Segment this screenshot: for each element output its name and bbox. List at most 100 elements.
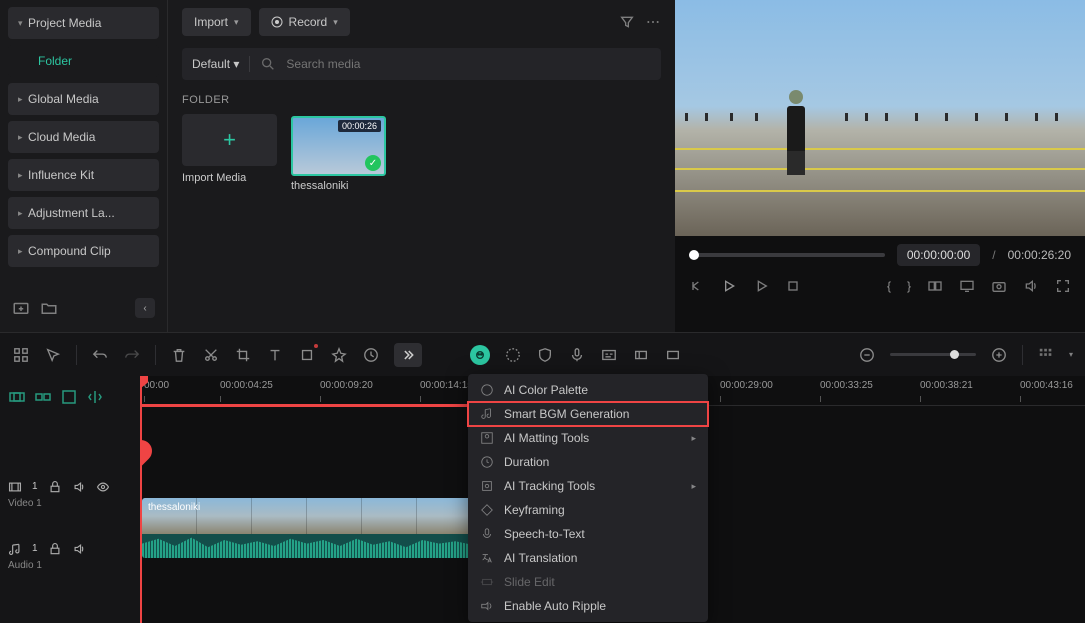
menu-ai-translation[interactable]: AI Translation [468, 546, 708, 570]
cut-icon[interactable] [202, 346, 220, 364]
mark-in-icon[interactable]: { [887, 279, 891, 293]
fullscreen-icon[interactable] [1055, 278, 1071, 294]
menu-speech-to-text[interactable]: Speech-to-Text [468, 522, 708, 546]
clip-duration-badge: 00:00:26 [338, 120, 381, 132]
sidebar-item-cloud-media[interactable]: ▸Cloud Media [8, 121, 159, 153]
delete-icon[interactable] [170, 346, 188, 364]
prev-frame-icon[interactable] [689, 278, 705, 294]
media-panel: Import▾ Record▾ Default ▾ FOLDER + Impor… [168, 0, 675, 332]
undo-icon[interactable] [91, 346, 109, 364]
speed-icon[interactable] [362, 346, 380, 364]
menu-ai-matting-tools[interactable]: AI Matting Tools▸ [468, 426, 708, 450]
folder-section-label: FOLDER [182, 94, 661, 106]
caret-right-icon: ▸ [18, 170, 28, 181]
more-tools-button[interactable] [394, 343, 422, 367]
mute-icon[interactable] [72, 480, 86, 494]
menu-slide-edit: Slide Edit [468, 570, 708, 594]
volume-icon[interactable] [1023, 278, 1039, 294]
video-track-header: 1 Video 1 [8, 464, 132, 524]
caret-right-icon: ▸ [18, 208, 28, 219]
timeline-clip[interactable]: thessaloniki [142, 498, 472, 558]
sidebar: ▾Project Media Folder ▸Global Media ▸Clo… [0, 0, 168, 332]
ripple-icon [480, 599, 494, 613]
track-toggle-1-icon[interactable] [8, 388, 26, 406]
display-icon[interactable] [959, 278, 975, 294]
sidebar-item-influence-kit[interactable]: ▸Influence Kit [8, 159, 159, 191]
zoom-in-icon[interactable] [990, 346, 1008, 364]
menu-ai-tracking-tools[interactable]: AI Tracking Tools▸ [468, 474, 708, 498]
menu-duration[interactable]: Duration [468, 450, 708, 474]
menu-enable-auto-ripple[interactable]: Enable Auto Ripple [468, 594, 708, 618]
sidebar-item-adjustment-layer[interactable]: ▸Adjustment La... [8, 197, 159, 229]
more-icon[interactable] [645, 14, 661, 30]
preview-viewport[interactable] [675, 0, 1085, 236]
mic-icon[interactable] [568, 346, 586, 364]
menu-ai-color-palette[interactable]: AI Color Palette [468, 378, 708, 402]
collapse-sidebar-button[interactable]: ‹ [135, 298, 155, 318]
timeline-toolbar: ▾ [0, 332, 1085, 376]
play-icon[interactable] [721, 278, 737, 294]
submenu-arrow-icon: ▸ [691, 433, 696, 444]
search-icon [260, 56, 276, 72]
media-clip-tile[interactable]: 00:00:26 ✓ thessaloniki [291, 114, 386, 192]
zoom-slider[interactable] [890, 353, 976, 356]
slide-icon [480, 575, 494, 589]
playback-seekbar[interactable] [689, 253, 885, 257]
import-button[interactable]: Import▾ [182, 8, 251, 36]
stop-icon[interactable] [785, 278, 801, 294]
shield-icon[interactable] [536, 346, 554, 364]
caret-right-icon: ▸ [18, 246, 28, 257]
search-input[interactable] [286, 57, 651, 71]
check-icon: ✓ [365, 155, 381, 171]
filter-icon[interactable] [619, 14, 635, 30]
caret-right-icon: ▸ [18, 94, 28, 105]
lock-icon[interactable] [48, 542, 62, 556]
lock-icon[interactable] [48, 480, 62, 494]
chevron-down-icon: ▾ [234, 17, 239, 28]
menu-keyframing[interactable]: Keyframing [468, 498, 708, 522]
color-icon[interactable] [504, 346, 522, 364]
mute-icon[interactable] [72, 542, 86, 556]
folder-icon[interactable] [40, 299, 58, 317]
transform-icon[interactable] [298, 346, 316, 364]
snapshot-icon[interactable] [991, 278, 1007, 294]
chevron-down-icon[interactable]: ▾ [1069, 350, 1073, 359]
track-toggle-3-icon[interactable] [60, 388, 78, 406]
mark-out-icon[interactable]: } [907, 279, 911, 293]
context-menu: AI Color Palette Smart BGM Generation AI… [468, 374, 708, 622]
audio-track-icon [8, 542, 22, 556]
sidebar-item-project-media[interactable]: ▾Project Media [8, 7, 159, 39]
sidebar-item-global-media[interactable]: ▸Global Media [8, 83, 159, 115]
marker-icon[interactable] [632, 346, 650, 364]
import-media-tile[interactable]: + Import Media [182, 114, 277, 192]
tracking-icon [480, 479, 494, 493]
track-toggle-4-icon[interactable] [86, 388, 104, 406]
visibility-icon[interactable] [96, 480, 110, 494]
zoom-out-icon[interactable] [858, 346, 876, 364]
add-folder-icon[interactable] [12, 299, 30, 317]
video-track-icon [8, 480, 22, 494]
view-grid-icon[interactable] [1037, 346, 1055, 364]
sidebar-item-compound-clip[interactable]: ▸Compound Clip [8, 235, 159, 267]
caret-down-icon: ▾ [18, 18, 28, 29]
subtitle-icon[interactable] [600, 346, 618, 364]
sidebar-item-folder[interactable]: Folder [8, 45, 159, 77]
menu-smart-bgm-generation[interactable]: Smart BGM Generation [468, 402, 708, 426]
redo-icon[interactable] [123, 346, 141, 364]
compare-icon[interactable] [927, 278, 943, 294]
playhead[interactable] [140, 376, 142, 623]
selector-icon[interactable] [44, 346, 62, 364]
crop-icon[interactable] [234, 346, 252, 364]
audio-track-header: 1 Audio 1 [8, 526, 132, 586]
preview-panel: 00:00:00:00 / 00:00:26:20 { } [675, 0, 1085, 332]
clock-icon [480, 455, 494, 469]
sort-dropdown[interactable]: Default ▾ [192, 57, 239, 71]
record-button[interactable]: Record▾ [259, 8, 350, 36]
effects-icon[interactable] [330, 346, 348, 364]
text-icon[interactable] [266, 346, 284, 364]
ai-assistant-icon[interactable] [470, 345, 490, 365]
keyframe-icon[interactable] [664, 346, 682, 364]
track-toggle-2-icon[interactable] [34, 388, 52, 406]
next-frame-icon[interactable] [753, 278, 769, 294]
grid-icon[interactable] [12, 346, 30, 364]
